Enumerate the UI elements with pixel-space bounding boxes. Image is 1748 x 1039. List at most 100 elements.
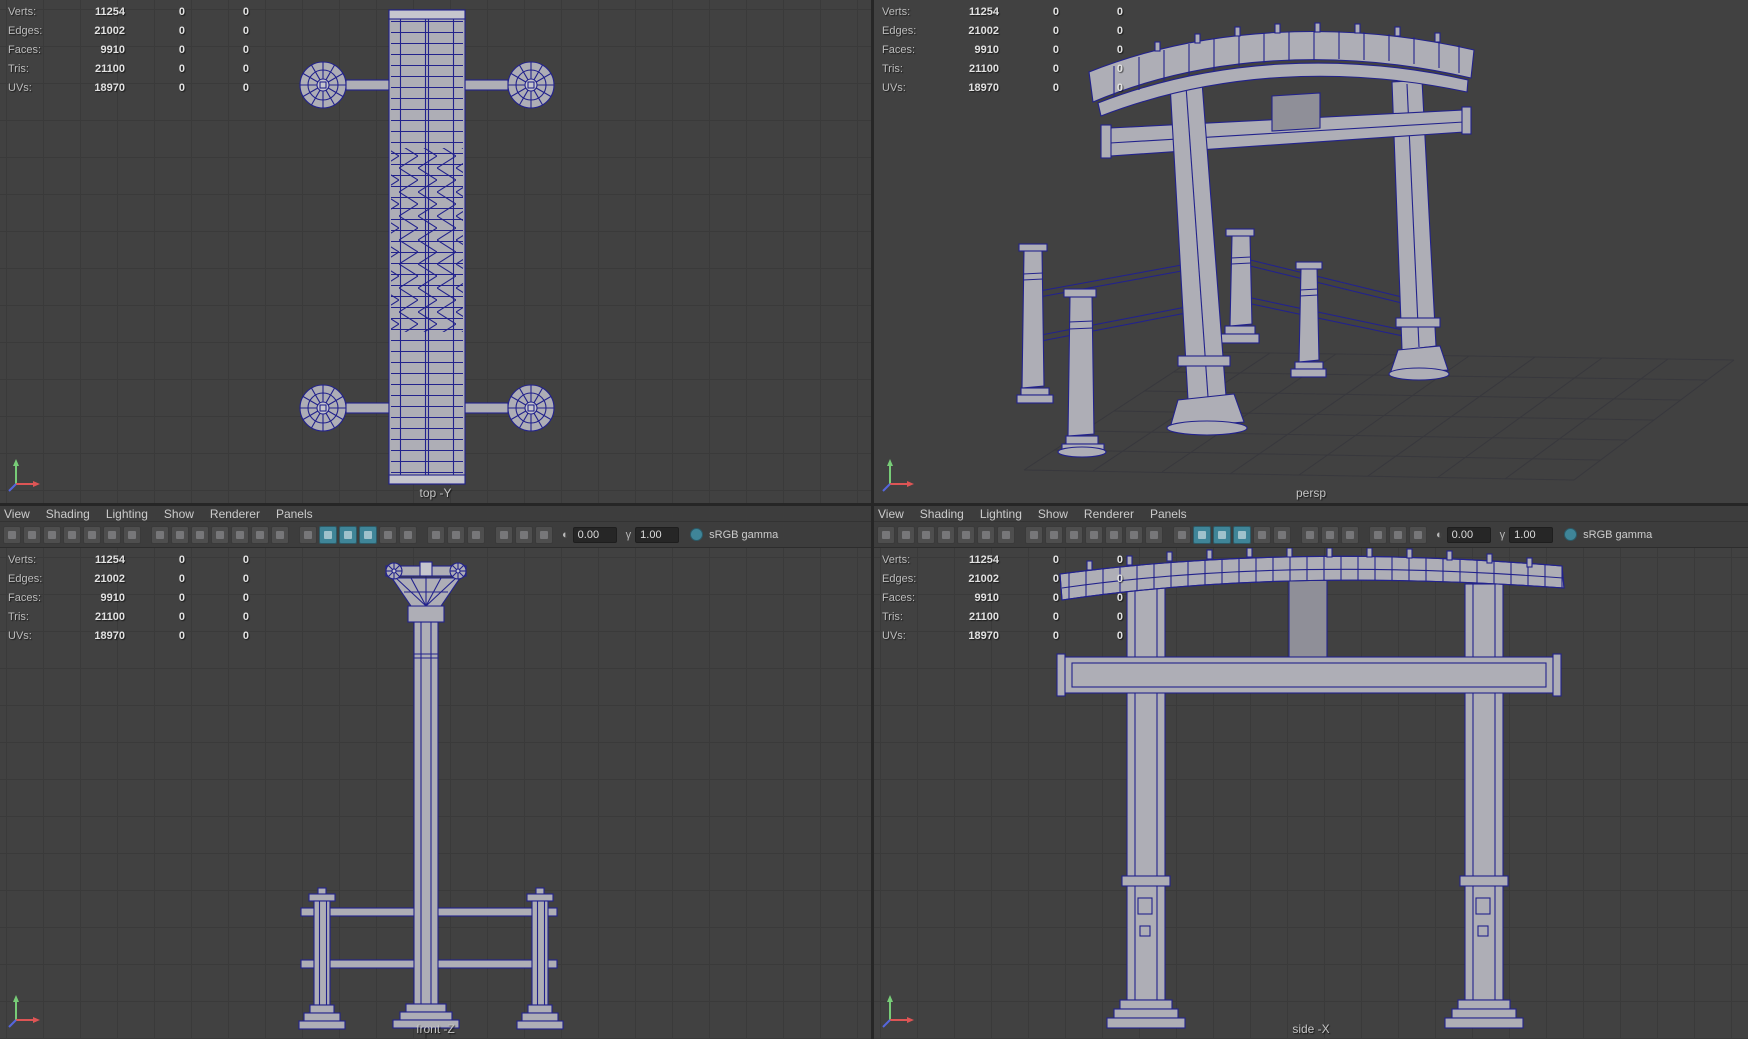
toolbar-icon[interactable] xyxy=(359,525,377,544)
srgb-gamma-icon[interactable] xyxy=(690,528,704,541)
toolbar-icon[interactable] xyxy=(427,525,445,544)
hud-value: 0 xyxy=(1116,62,1123,75)
toolbar-icon[interactable] xyxy=(63,525,81,544)
toolbar-icon[interactable] xyxy=(917,525,935,544)
toolbar-icon[interactable] xyxy=(957,525,975,544)
panel-menu-item[interactable]: Shading xyxy=(920,507,964,521)
toolbar-icon[interactable] xyxy=(877,525,895,544)
toolbar-icon[interactable] xyxy=(123,525,141,544)
hud-label: Verts: xyxy=(8,553,37,566)
toolbar-icon[interactable] xyxy=(379,525,397,544)
toolbar-icon[interactable] xyxy=(1045,525,1063,544)
toolbar-icon[interactable] xyxy=(319,525,337,544)
viewport-front-canvas[interactable]: Verts: 11254 0 0 Edges: 21002 0 0 Faces:… xyxy=(0,548,871,1039)
toolbar-icon[interactable] xyxy=(1341,525,1359,544)
gamma-icon[interactable]: γ xyxy=(626,529,632,541)
toolbar-icon[interactable] xyxy=(467,525,485,544)
toolbar-icon[interactable] xyxy=(83,525,101,544)
panel-menu-item[interactable]: Show xyxy=(164,507,194,521)
toolbar-icon[interactable] xyxy=(977,525,995,544)
hud-value: 21100 xyxy=(969,610,999,623)
toolbar-icon[interactable] xyxy=(1085,525,1103,544)
viewport-name-label: top -Y xyxy=(419,486,452,500)
toolbar-icon[interactable] xyxy=(1105,525,1123,544)
hud-value: 0 xyxy=(1116,572,1123,585)
toolbar-icon[interactable] xyxy=(1145,525,1163,544)
panel-menu-item[interactable]: Shading xyxy=(46,507,90,521)
toolbar-icon[interactable] xyxy=(1125,525,1143,544)
toolbar-icon[interactable] xyxy=(1213,525,1231,544)
toolbar-icon[interactable] xyxy=(299,525,317,544)
hud-label: Verts: xyxy=(882,553,911,566)
hud-value: 0 xyxy=(178,553,185,566)
panel-menu-item[interactable]: View xyxy=(878,507,904,521)
toolbar-icon[interactable] xyxy=(535,525,553,544)
gamma-field[interactable] xyxy=(635,526,680,543)
toolbar-icon[interactable] xyxy=(23,525,41,544)
toolbar-icon[interactable] xyxy=(495,525,513,544)
toolbar-icon[interactable] xyxy=(1273,525,1291,544)
toolbar-icon[interactable] xyxy=(251,525,269,544)
toolbar-icon[interactable] xyxy=(1233,525,1251,544)
toolbar-icon[interactable] xyxy=(1409,525,1427,544)
toolbar-icon[interactable] xyxy=(1065,525,1083,544)
hud-value: 21100 xyxy=(95,62,125,75)
viewport-side: View Shading Lighting Show Renderer Panels ◐ … xyxy=(874,506,1748,1039)
hud-row: Tris: 21100 0 0 xyxy=(882,607,1123,626)
toolbar-icon[interactable] xyxy=(1321,525,1339,544)
toolbar-icon[interactable] xyxy=(231,525,249,544)
toolbar-icon[interactable] xyxy=(997,525,1015,544)
toolbar-icon[interactable] xyxy=(103,525,121,544)
toolbar-icon[interactable] xyxy=(1389,525,1407,544)
toolbar-icon[interactable] xyxy=(191,525,209,544)
exposure-icon[interactable]: ◐ xyxy=(562,529,569,541)
toolbar-icon[interactable] xyxy=(1025,525,1043,544)
srgb-gamma-label: sRGB gamma xyxy=(709,528,779,541)
toolbar-icon[interactable] xyxy=(271,525,289,544)
srgb-gamma-icon[interactable] xyxy=(1564,528,1578,541)
exposure-field[interactable] xyxy=(1446,526,1491,543)
viewport-persp-canvas[interactable]: Verts: 11254 0 0 Edges: 21002 0 0 Faces:… xyxy=(874,0,1748,503)
hud-row: Verts: 11254 0 0 xyxy=(8,2,249,21)
gamma-field[interactable] xyxy=(1509,526,1554,543)
gamma-icon[interactable]: γ xyxy=(1500,529,1506,541)
toolbar-icon[interactable] xyxy=(937,525,955,544)
toolbar-icon[interactable] xyxy=(1301,525,1319,544)
toolbar-icon[interactable] xyxy=(447,525,465,544)
exposure-icon[interactable]: ◐ xyxy=(1436,529,1443,541)
panel-menu-item[interactable]: Panels xyxy=(1150,507,1187,521)
toolbar-icon[interactable] xyxy=(171,525,189,544)
axis-indicator xyxy=(880,988,920,1033)
toolbar-icon[interactable] xyxy=(1193,525,1211,544)
hud-label: Faces: xyxy=(8,43,42,56)
panel-menu-item[interactable]: Panels xyxy=(276,507,313,521)
toolbar-icon[interactable] xyxy=(151,525,169,544)
toolbar-icon[interactable] xyxy=(339,525,357,544)
panel-menu-item[interactable]: Lighting xyxy=(980,507,1022,521)
toolbar-icon[interactable] xyxy=(1369,525,1387,544)
panel-menu-item[interactable]: Lighting xyxy=(106,507,148,521)
toolbar-icon[interactable] xyxy=(3,525,21,544)
toolbar-icon[interactable] xyxy=(211,525,229,544)
toolbar-icon[interactable] xyxy=(515,525,533,544)
hud-value: 0 xyxy=(1052,62,1059,75)
toolbar-icon[interactable] xyxy=(399,525,417,544)
hud-value: 9910 xyxy=(974,43,999,56)
toolbar-icon[interactable] xyxy=(1173,525,1191,544)
panel-menu-item[interactable]: Show xyxy=(1038,507,1068,521)
toolbar-icon[interactable] xyxy=(897,525,915,544)
panel-menu-item[interactable]: Renderer xyxy=(210,507,260,521)
hud-value: 11254 xyxy=(95,5,125,18)
viewport-side-canvas[interactable]: Verts: 11254 0 0 Edges: 21002 0 0 Faces:… xyxy=(874,548,1748,1039)
hud-value: 18970 xyxy=(968,629,999,642)
toolbar-icon[interactable] xyxy=(1253,525,1271,544)
exposure-field[interactable] xyxy=(572,526,617,543)
toolbar-icon[interactable] xyxy=(43,525,61,544)
panel-menu-item[interactable]: View xyxy=(4,507,30,521)
panel-menu-item[interactable]: Renderer xyxy=(1084,507,1134,521)
hud-value: 0 xyxy=(1116,5,1123,18)
hud-row: Verts: 11254 0 0 xyxy=(8,550,249,569)
poly-count-hud: Verts: 11254 0 0 Edges: 21002 0 0 Faces:… xyxy=(882,550,1123,645)
hud-value: 0 xyxy=(178,610,185,623)
viewport-top-canvas[interactable]: Verts: 11254 0 0 Edges: 21002 0 0 Faces:… xyxy=(0,0,871,503)
